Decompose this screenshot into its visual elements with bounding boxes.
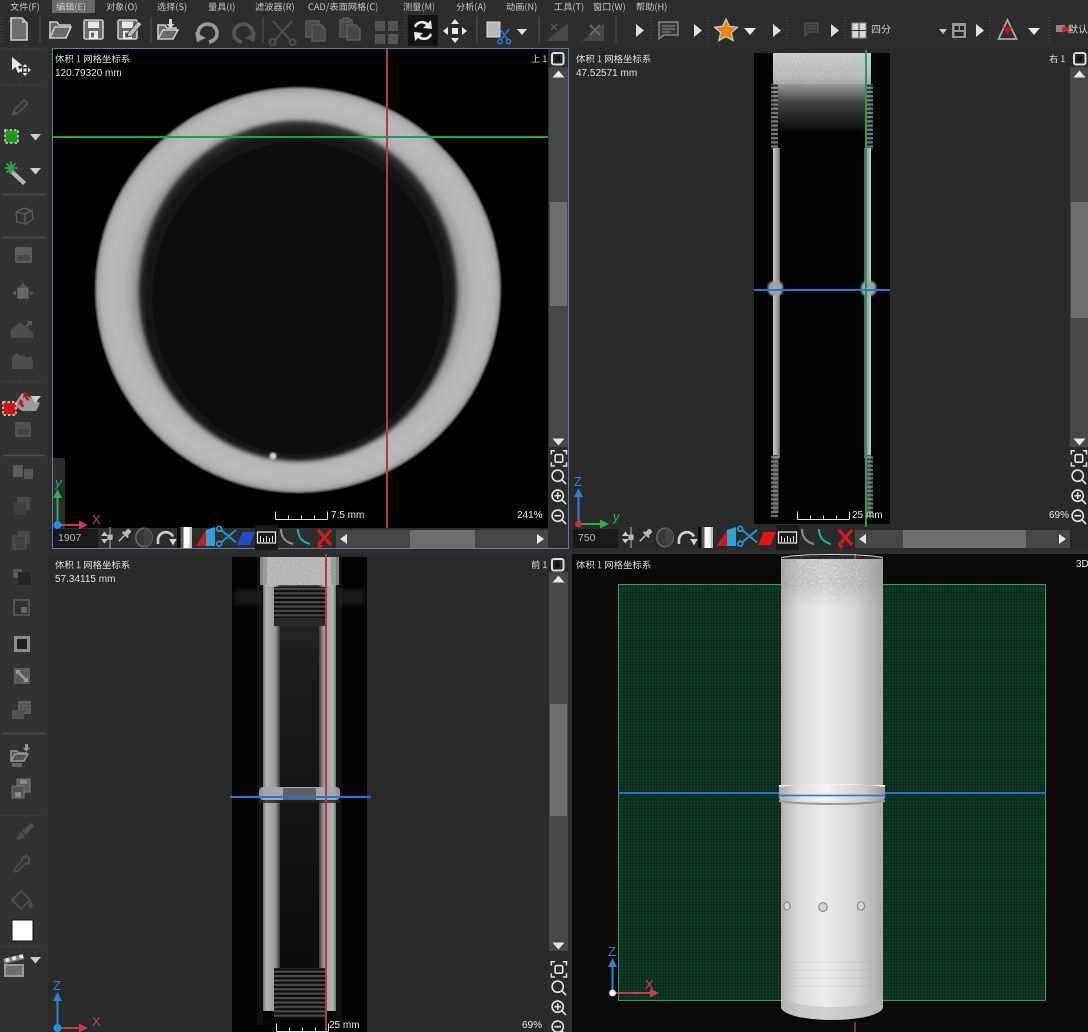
svg-text:Z: Z <box>53 978 61 993</box>
svg-text:y: y <box>54 475 63 490</box>
svg-text:y: y <box>612 509 621 524</box>
svg-text:Z: Z <box>608 944 616 959</box>
svg-text:Z: Z <box>574 474 582 489</box>
svg-text:X: X <box>645 977 654 992</box>
svg-text:X: X <box>92 1014 101 1029</box>
